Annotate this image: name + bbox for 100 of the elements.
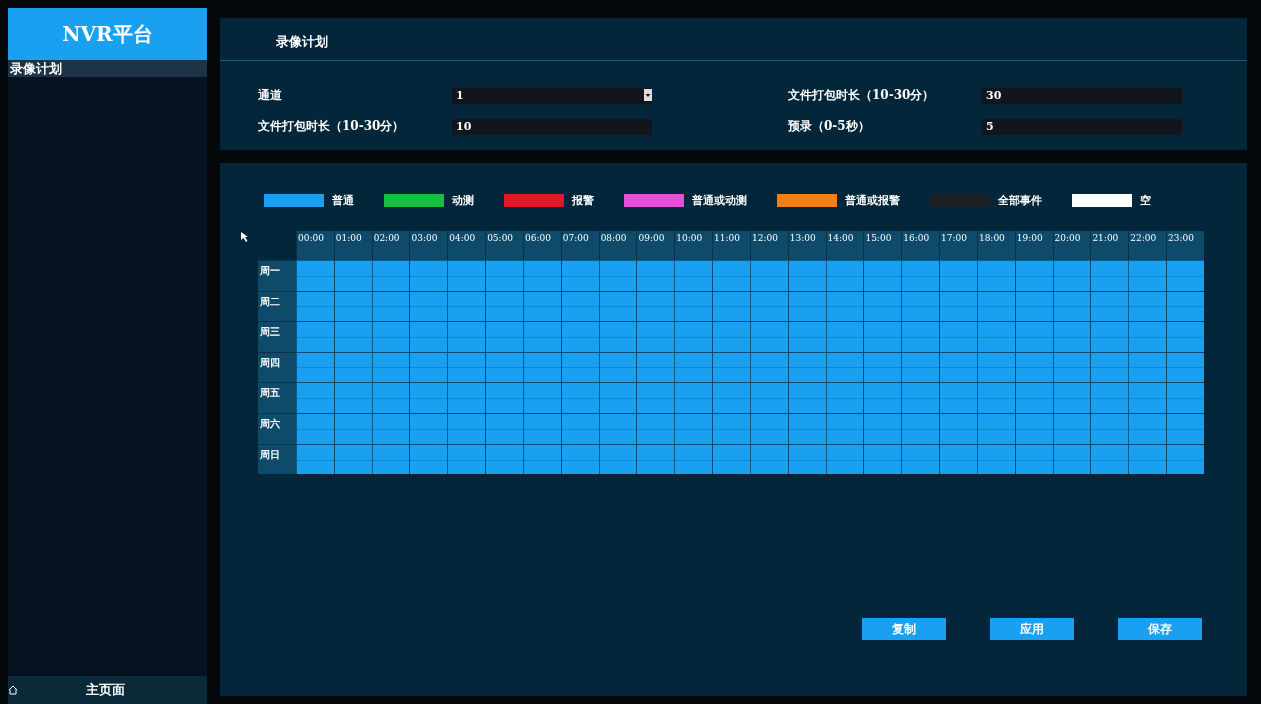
schedule-cell[interactable] — [749, 321, 788, 352]
schedule-cell[interactable] — [1090, 382, 1129, 413]
schedule-cell[interactable] — [712, 443, 750, 475]
schedule-cell[interactable] — [787, 260, 826, 291]
schedule-cell[interactable] — [1090, 351, 1129, 383]
schedule-cell[interactable] — [1166, 382, 1204, 413]
schedule-cell[interactable] — [976, 382, 1015, 413]
schedule-cell[interactable] — [1090, 260, 1129, 291]
schedule-cell[interactable] — [825, 382, 864, 413]
schedule-cell[interactable] — [636, 412, 675, 444]
schedule-cell[interactable] — [787, 382, 826, 413]
schedule-cell[interactable] — [863, 412, 902, 444]
schedule-cell[interactable] — [371, 260, 410, 291]
schedule-cell[interactable] — [939, 260, 977, 291]
day-label[interactable]: 周四 — [258, 351, 296, 383]
schedule-cell[interactable] — [1166, 443, 1204, 475]
schedule-cell[interactable] — [863, 382, 902, 413]
schedule-cell[interactable] — [522, 382, 561, 413]
schedule-cell[interactable] — [1128, 443, 1167, 475]
schedule-cell[interactable] — [1052, 382, 1091, 413]
schedule-cell[interactable] — [712, 321, 750, 352]
schedule-cell[interactable] — [863, 351, 902, 383]
schedule-cell[interactable] — [447, 382, 486, 413]
schedule-cell[interactable] — [296, 443, 334, 475]
schedule-cell[interactable] — [1128, 382, 1167, 413]
day-label[interactable]: 周二 — [258, 290, 296, 322]
day-label[interactable]: 周三 — [258, 321, 296, 352]
schedule-cell[interactable] — [901, 260, 940, 291]
schedule-cell[interactable] — [863, 290, 902, 322]
schedule-cell[interactable] — [674, 443, 713, 475]
schedule-cell[interactable] — [712, 412, 750, 444]
schedule-cell[interactable] — [636, 260, 675, 291]
input-field[interactable]: 30 — [982, 87, 1182, 104]
schedule-cell[interactable] — [976, 260, 1015, 291]
schedule-cell[interactable] — [712, 260, 750, 291]
schedule-cell[interactable] — [447, 412, 486, 444]
schedule-cell[interactable] — [560, 321, 599, 352]
schedule-cell[interactable] — [296, 412, 334, 444]
schedule-cell[interactable] — [1166, 290, 1204, 322]
schedule-cell[interactable] — [333, 321, 372, 352]
schedule-cell[interactable] — [939, 290, 977, 322]
schedule-cell[interactable] — [522, 260, 561, 291]
schedule-cell[interactable] — [1090, 443, 1129, 475]
schedule-cell[interactable] — [863, 321, 902, 352]
schedule-cell[interactable] — [1128, 290, 1167, 322]
schedule-cell[interactable] — [560, 382, 599, 413]
schedule-cell[interactable] — [296, 321, 334, 352]
schedule-cell[interactable] — [1166, 351, 1204, 383]
schedule-cell[interactable] — [409, 260, 448, 291]
schedule-cell[interactable] — [674, 321, 713, 352]
schedule-cell[interactable] — [636, 443, 675, 475]
schedule-cell[interactable] — [712, 351, 750, 383]
schedule-cell[interactable] — [863, 443, 902, 475]
schedule-cell[interactable] — [1166, 260, 1204, 291]
schedule-cell[interactable] — [1090, 321, 1129, 352]
schedule-cell[interactable] — [939, 443, 977, 475]
schedule-cell[interactable] — [749, 382, 788, 413]
schedule-cell[interactable] — [712, 290, 750, 322]
schedule-cell[interactable] — [976, 321, 1015, 352]
schedule-cell[interactable] — [296, 260, 334, 291]
schedule-cell[interactable] — [901, 443, 940, 475]
schedule-cell[interactable] — [674, 351, 713, 383]
channel-dropdown[interactable]: 1 — [452, 87, 652, 104]
schedule-cell[interactable] — [485, 412, 523, 444]
schedule-cell[interactable] — [1166, 321, 1204, 352]
schedule-cell[interactable] — [447, 321, 486, 352]
schedule-cell[interactable] — [371, 382, 410, 413]
schedule-cell[interactable] — [1090, 412, 1129, 444]
schedule-cell[interactable] — [749, 260, 788, 291]
schedule-cell[interactable] — [1052, 321, 1091, 352]
schedule-cell[interactable] — [901, 351, 940, 383]
schedule-cell[interactable] — [1128, 321, 1167, 352]
schedule-cell[interactable] — [409, 412, 448, 444]
schedule-cell[interactable] — [712, 382, 750, 413]
day-label[interactable]: 周一 — [258, 260, 296, 291]
input-field[interactable]: 5 — [982, 118, 1182, 135]
schedule-cell[interactable] — [485, 321, 523, 352]
schedule-cell[interactable] — [522, 321, 561, 352]
schedule-cell[interactable] — [636, 382, 675, 413]
schedule-cell[interactable] — [485, 382, 523, 413]
schedule-cell[interactable] — [825, 321, 864, 352]
schedule-cell[interactable] — [296, 351, 334, 383]
schedule-cell[interactable] — [1014, 260, 1053, 291]
schedule-cell[interactable] — [409, 321, 448, 352]
schedule-cell[interactable] — [901, 382, 940, 413]
schedule-cell[interactable] — [939, 321, 977, 352]
schedule-cell[interactable] — [409, 382, 448, 413]
schedule-cell[interactable] — [409, 351, 448, 383]
schedule-cell[interactable] — [447, 443, 486, 475]
schedule-cell[interactable] — [485, 260, 523, 291]
day-label[interactable]: 周日 — [258, 443, 296, 475]
day-label[interactable]: 周五 — [258, 382, 296, 413]
schedule-cell[interactable] — [674, 382, 713, 413]
schedule-cell[interactable] — [1052, 260, 1091, 291]
schedule-cell[interactable] — [674, 260, 713, 291]
schedule-cell[interactable] — [901, 321, 940, 352]
schedule-cell[interactable] — [409, 443, 448, 475]
schedule-cell[interactable] — [333, 260, 372, 291]
schedule-cell[interactable] — [447, 260, 486, 291]
schedule-cell[interactable] — [636, 351, 675, 383]
